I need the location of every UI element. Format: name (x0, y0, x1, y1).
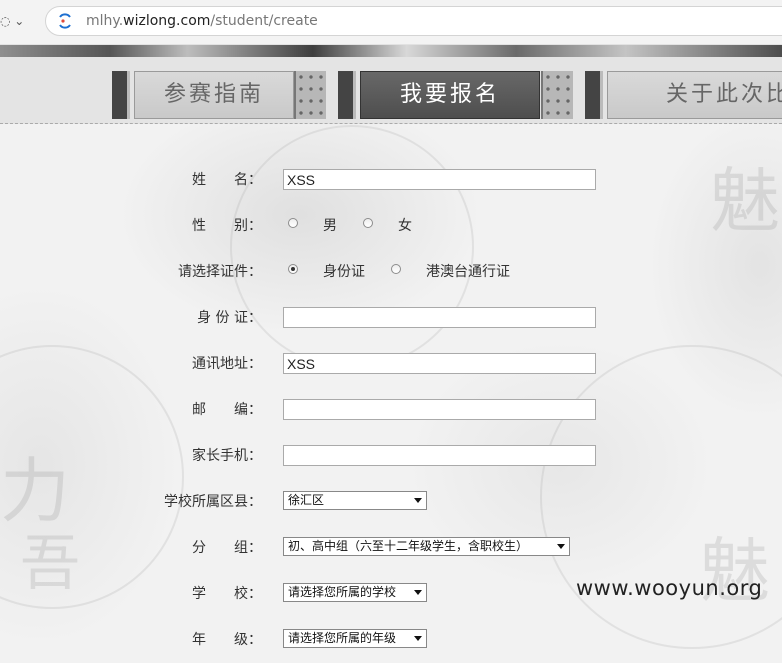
school-label: 学 校： (192, 586, 262, 602)
address-bar[interactable]: mlhy.wizlong.com/student/create (45, 6, 782, 36)
form-row-idcard: 身 份 证： (0, 307, 782, 331)
chevron-down-icon (557, 544, 565, 549)
idtype-hkmt-label: 港澳台通行证 (426, 264, 510, 280)
address-input[interactable] (283, 353, 596, 374)
form-row-idtype: 请选择证件： 身份证 港澳台通行证 (0, 261, 782, 285)
page-content: 力 吾 魅 魅 参赛指南 我要报名 关于此次比 姓 名： 性 别： 男 女 (0, 45, 782, 663)
form-row-grade: 年 级： 请选择您所属的年级 (0, 629, 782, 653)
group-select[interactable]: 初、高中组（六至十二年级学生，含职校生） (283, 537, 570, 556)
name-input[interactable] (283, 169, 596, 190)
gender-female-radio[interactable] (363, 218, 373, 228)
group-selected-value: 初、高中组（六至十二年级学生，含职校生） (288, 539, 529, 553)
form-row-gender: 性 别： 男 女 (0, 215, 782, 239)
chevron-down-icon (414, 590, 422, 595)
source-watermark: www.wooyun.org (576, 576, 763, 600)
district-select[interactable]: 徐汇区 (283, 491, 427, 510)
nav-tab-guide[interactable]: 参赛指南 (112, 71, 326, 119)
nav-tab-register[interactable]: 我要报名 (338, 71, 573, 119)
phone-input[interactable] (283, 445, 596, 466)
site-icon (59, 13, 71, 29)
idcard-label: 身 份 证： (197, 310, 262, 326)
address-label: 通讯地址： (192, 356, 262, 372)
idtype-idcard-radio[interactable] (288, 264, 298, 274)
name-label: 姓 名： (192, 172, 262, 188)
postcode-label: 邮 编： (192, 402, 262, 418)
grade-selected-value: 请选择您所属的年级 (288, 631, 397, 645)
form-row-name: 姓 名： (0, 169, 782, 193)
idtype-idcard-label: 身份证 (323, 264, 365, 280)
chevron-down-icon (414, 498, 422, 503)
gender-male-label: 男 (323, 218, 337, 234)
form-row-address: 通讯地址： (0, 353, 782, 377)
header-image-strip (0, 45, 782, 57)
idtype-label: 请选择证件： (178, 264, 262, 280)
school-select[interactable]: 请选择您所属的学校 (283, 583, 427, 602)
district-selected-value: 徐汇区 (288, 493, 325, 507)
postcode-input[interactable] (283, 399, 596, 420)
browser-toolbar: ◌ ⌄ mlhy.wizlong.com/student/create (0, 0, 782, 45)
idtype-hkmt-radio[interactable] (391, 264, 401, 274)
chevron-down-icon (414, 636, 422, 641)
url-text: mlhy.wizlong.com/student/create (86, 13, 318, 29)
form-row-district: 学校所属区县： 徐汇区 (0, 491, 782, 515)
nav-tab-about[interactable]: 关于此次比 (585, 71, 782, 119)
gender-male-radio[interactable] (288, 218, 298, 228)
grade-label: 年 级： (192, 632, 262, 648)
history-dropdown-icon[interactable]: ◌ ⌄ (0, 10, 30, 32)
district-label: 学校所属区县： (164, 494, 262, 510)
grade-select[interactable]: 请选择您所属的年级 (283, 629, 427, 648)
school-selected-value: 请选择您所属的学校 (288, 585, 397, 599)
background-seal-circle (230, 125, 474, 369)
gender-label: 性 别： (192, 218, 262, 234)
gender-female-label: 女 (398, 218, 412, 234)
idcard-input[interactable] (283, 307, 596, 328)
phone-label: 家长手机： (192, 448, 262, 464)
main-navigation: 参赛指南 我要报名 关于此次比 (0, 57, 782, 124)
group-label: 分 组： (192, 540, 262, 556)
form-row-postcode: 邮 编： (0, 399, 782, 423)
form-row-phone: 家长手机： (0, 445, 782, 469)
form-row-group: 分 组： 初、高中组（六至十二年级学生，含职校生） (0, 537, 782, 561)
